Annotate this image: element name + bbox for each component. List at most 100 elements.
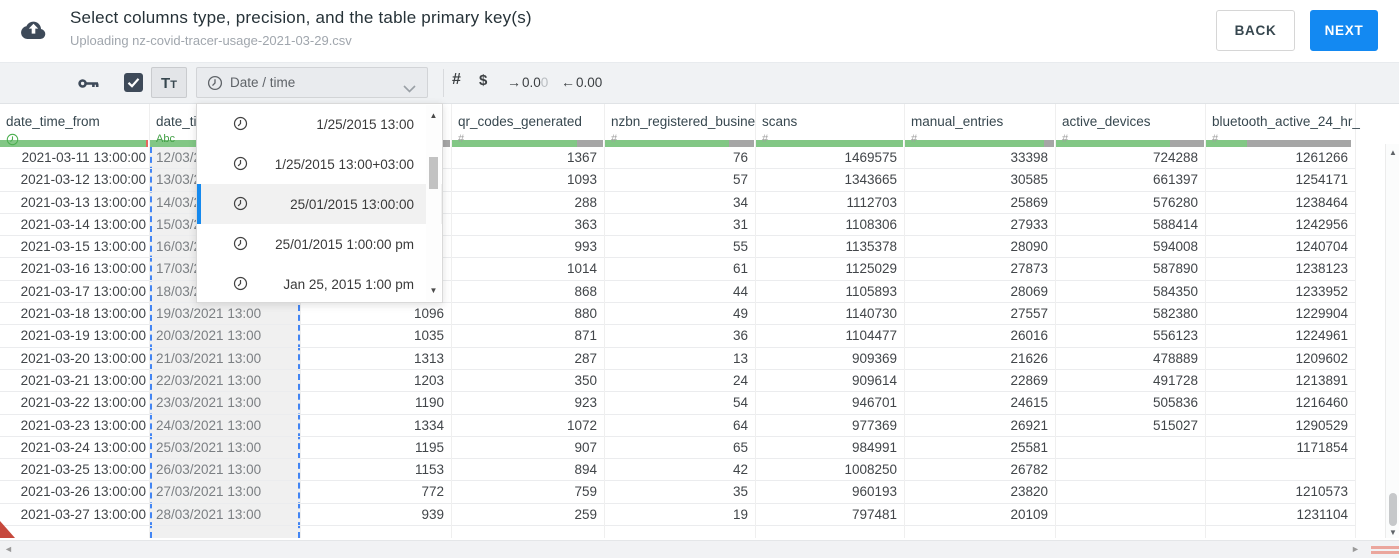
cell: 1072 bbox=[452, 415, 604, 437]
error-corner-marker bbox=[0, 521, 15, 543]
cell: 582380 bbox=[1056, 303, 1205, 326]
format-option[interactable]: 25/01/2015 1:00:00 pm bbox=[197, 224, 442, 264]
format-option[interactable]: Jan 25, 2015 1:00 pm bbox=[197, 264, 442, 304]
column-cells: 1469575 1343665 1112703 1108306 1135378 11250… bbox=[756, 147, 904, 527]
cell: 907 bbox=[452, 437, 604, 460]
cell: 28090 bbox=[905, 236, 1055, 259]
column-header[interactable]: nzbn_registered_busine bbox=[605, 103, 755, 131]
format-option[interactable]: 25/01/2015 13:00:00 bbox=[197, 184, 442, 224]
column-header[interactable]: qr_codes_generated bbox=[452, 103, 604, 131]
cell: 1367 bbox=[452, 147, 604, 170]
cell: 2021-03-17 13:00:00 bbox=[0, 281, 149, 304]
column-type-toolbar: TT Date / time # $ →0.00 ←0.00 bbox=[0, 63, 1399, 104]
cell: 505836 bbox=[1056, 392, 1205, 415]
column-header[interactable]: manual_entries bbox=[905, 103, 1055, 131]
column-header[interactable]: date_time_from bbox=[0, 103, 149, 131]
cell: 478889 bbox=[1056, 348, 1205, 370]
number-type-button[interactable]: # bbox=[452, 71, 461, 89]
dropdown-scroll-down-arrow[interactable]: ▼ bbox=[426, 286, 441, 295]
cell: 13 bbox=[605, 348, 755, 370]
clock-icon bbox=[233, 276, 248, 296]
format-option[interactable]: 1/25/2015 13:00 bbox=[197, 104, 442, 144]
dropdown-scrollbar[interactable]: ▲ ▼ bbox=[426, 105, 441, 301]
clock-icon bbox=[233, 116, 248, 136]
cell: 2021-03-20 13:00:00 bbox=[0, 348, 149, 370]
text-type-button[interactable]: TT bbox=[151, 67, 187, 98]
primary-key-icon[interactable] bbox=[78, 77, 100, 95]
cell: 661397 bbox=[1056, 169, 1205, 192]
column-cells: 33398 30585 25869 27933 28090 27873 28069 27557… bbox=[905, 147, 1055, 527]
cell: 28/03/2021 13:00 bbox=[150, 504, 300, 527]
cell: 1210573 bbox=[1206, 481, 1355, 504]
dropdown-scroll-up-arrow[interactable]: ▲ bbox=[426, 111, 441, 120]
cell: 55 bbox=[605, 236, 755, 259]
csv-import-wizard: Select columns type, precision, and the … bbox=[0, 0, 1399, 560]
increase-precision-button[interactable]: ←0.00 bbox=[561, 74, 602, 90]
cell: 1240704 bbox=[1206, 236, 1355, 259]
scroll-down-arrow[interactable]: ▼ bbox=[1386, 528, 1399, 537]
cell bbox=[1056, 437, 1205, 460]
currency-type-button[interactable]: $ bbox=[479, 72, 487, 89]
cell: 24 bbox=[605, 370, 755, 393]
datetime-format-select[interactable]: Date / time bbox=[196, 67, 428, 98]
column-type-label: # bbox=[1212, 133, 1219, 145]
clock-icon bbox=[233, 156, 248, 176]
cell: 2021-03-21 13:00:00 bbox=[0, 370, 149, 393]
horizontal-scrollbar[interactable]: ◄ ► bbox=[0, 540, 1399, 558]
check-icon bbox=[127, 78, 140, 88]
cell: 57 bbox=[605, 169, 755, 192]
scroll-up-arrow[interactable]: ▲ bbox=[1386, 148, 1399, 157]
cell: 2021-03-12 13:00:00 bbox=[0, 169, 149, 192]
cell: 19 bbox=[605, 504, 755, 527]
cell: 2021-03-15 13:00:00 bbox=[0, 236, 149, 259]
cell: 1216460 bbox=[1206, 392, 1355, 415]
column-type-clock-icon bbox=[0, 133, 149, 146]
cell: 1093 bbox=[452, 169, 604, 192]
cell: 868 bbox=[452, 281, 604, 304]
cell: 22/03/2021 13:00 bbox=[150, 370, 300, 393]
back-button[interactable]: BACK bbox=[1216, 10, 1295, 51]
cell: 33398 bbox=[905, 147, 1055, 170]
cell: 19/03/2021 13:00 bbox=[150, 303, 300, 326]
cell: 65 bbox=[605, 437, 755, 460]
selected-option-indicator bbox=[197, 184, 201, 224]
column-header[interactable]: bluetooth_active_24_hr_ bbox=[1206, 103, 1360, 131]
vertical-scrollbar[interactable]: ▲ ▼ bbox=[1385, 144, 1399, 538]
cell: 1343665 bbox=[756, 169, 904, 192]
column-header[interactable]: active_devices bbox=[1056, 103, 1205, 131]
cell: 54 bbox=[605, 392, 755, 415]
scroll-right-arrow[interactable]: ► bbox=[1351, 544, 1360, 554]
dropdown-scrollbar-thumb[interactable] bbox=[429, 157, 438, 189]
cell: 61 bbox=[605, 258, 755, 281]
cell: 1238123 bbox=[1206, 258, 1355, 281]
column-header[interactable]: scans bbox=[756, 103, 904, 131]
upload-status: Uploading nz-covid-tracer-usage-2021-03-… bbox=[70, 33, 352, 48]
format-option-label: 1/25/2015 13:00 bbox=[316, 117, 414, 132]
next-button[interactable]: NEXT bbox=[1310, 10, 1378, 51]
format-option-label: 25/01/2015 13:00:00 bbox=[290, 197, 414, 212]
cell: 26921 bbox=[905, 415, 1055, 437]
cell: 2021-03-11 13:00:00 bbox=[0, 147, 149, 170]
cell: 2021-03-24 13:00:00 bbox=[0, 437, 149, 460]
cell: 288 bbox=[452, 192, 604, 214]
column-nzbn_registered_busine: nzbn_registered_busine #76 57 34 31 55 61 44 49 3… bbox=[605, 103, 756, 538]
upload-cloud-icon bbox=[19, 18, 47, 42]
cell: 1224961 bbox=[1206, 325, 1355, 348]
format-option-label: 1/25/2015 13:00+03:00 bbox=[274, 157, 414, 172]
cell: 76 bbox=[605, 147, 755, 170]
cell: 25/03/2021 13:00 bbox=[150, 437, 300, 460]
cell: 1153 bbox=[301, 459, 451, 482]
cell: 1105893 bbox=[756, 281, 904, 304]
format-option[interactable]: 1/25/2015 13:00+03:00 bbox=[197, 144, 442, 184]
vertical-scrollbar-thumb[interactable] bbox=[1389, 493, 1397, 526]
column-type-label: # bbox=[458, 133, 465, 145]
toolbar-divider bbox=[443, 69, 444, 97]
cell: 946701 bbox=[756, 392, 904, 415]
boolean-type-checkbox[interactable] bbox=[124, 73, 143, 92]
decrease-precision-button[interactable]: →0.00 bbox=[507, 74, 548, 90]
column-type-label: # bbox=[611, 133, 618, 145]
scroll-left-arrow[interactable]: ◄ bbox=[4, 544, 13, 554]
cell: 1112703 bbox=[756, 192, 904, 214]
cell: 1135378 bbox=[756, 236, 904, 259]
cell: 25581 bbox=[905, 437, 1055, 460]
